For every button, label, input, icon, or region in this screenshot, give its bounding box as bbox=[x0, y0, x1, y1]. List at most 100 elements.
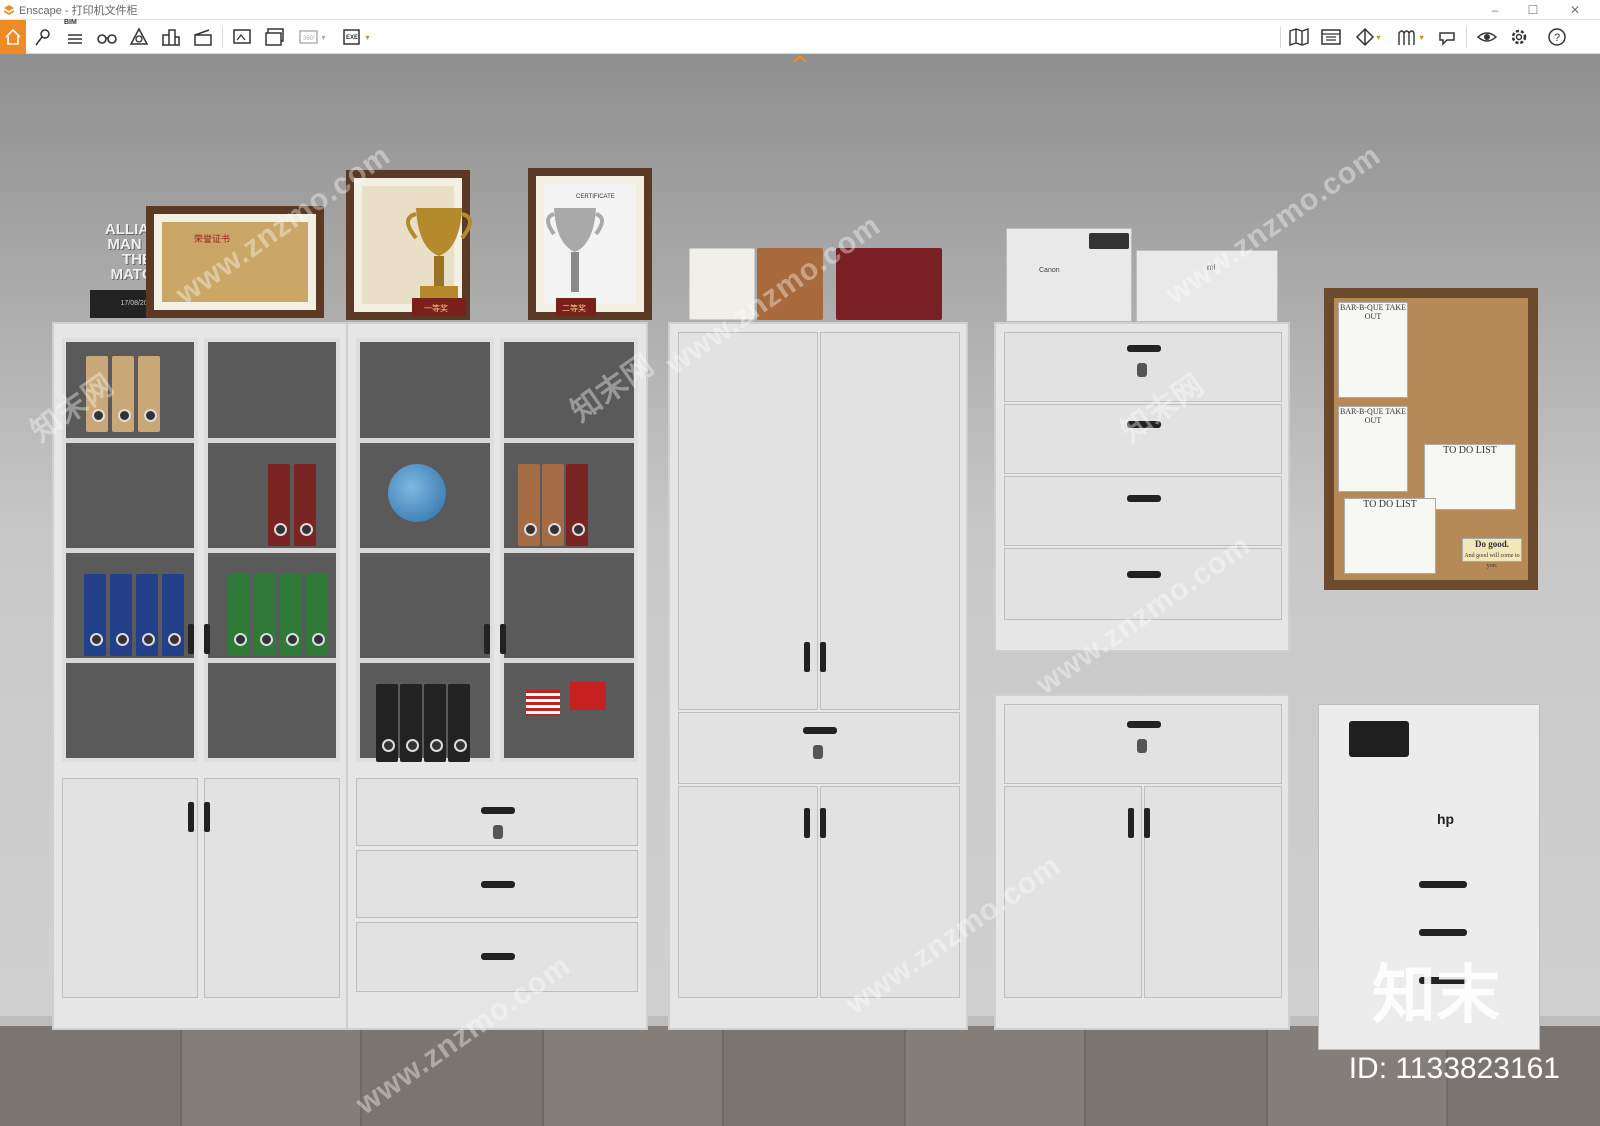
upper-door[interactable] bbox=[820, 332, 960, 710]
todo-note: TO DO LIST bbox=[1344, 498, 1436, 574]
buildings-button[interactable] bbox=[158, 23, 184, 51]
drawer-pull[interactable] bbox=[1127, 721, 1161, 728]
toolbar: BIM 360° ▾ EXE ▾ ▾ ▾ ? bbox=[0, 19, 1600, 54]
drawer[interactable] bbox=[678, 712, 960, 784]
bim-button[interactable]: BIM bbox=[62, 19, 88, 51]
chevron-down-icon: ▾ bbox=[365, 32, 370, 42]
certificate-title: 荣誉证书 bbox=[194, 234, 231, 244]
enscape-logo-icon bbox=[4, 4, 14, 15]
lower-door[interactable] bbox=[204, 778, 340, 998]
drawer-pull[interactable] bbox=[1127, 345, 1161, 352]
window-button[interactable] bbox=[1318, 23, 1344, 51]
drawer[interactable] bbox=[356, 850, 638, 918]
binoculars-icon bbox=[97, 34, 117, 44]
lower-door[interactable] bbox=[1144, 786, 1282, 998]
door-handle[interactable] bbox=[820, 808, 826, 838]
close-button[interactable]: ✕ bbox=[1556, 0, 1594, 20]
lower-door[interactable] bbox=[62, 778, 198, 998]
drawer-pull[interactable] bbox=[481, 807, 515, 814]
material-button[interactable]: ▾ bbox=[1392, 23, 1428, 51]
door-handle[interactable] bbox=[820, 642, 826, 672]
asset-library-button[interactable] bbox=[126, 23, 152, 51]
drawer[interactable] bbox=[356, 778, 638, 846]
printer-touchscreen bbox=[1349, 721, 1409, 757]
door-handle[interactable] bbox=[204, 624, 210, 654]
glass-door[interactable] bbox=[356, 338, 494, 762]
drawer[interactable] bbox=[356, 922, 638, 992]
help-button[interactable]: ? bbox=[1544, 23, 1570, 51]
glass-bookcase-left bbox=[52, 322, 348, 1030]
quote-subtitle: And good will come to you. bbox=[1464, 553, 1520, 569]
binoculars-button[interactable] bbox=[94, 23, 120, 51]
tall-steel-cabinet bbox=[668, 322, 968, 1030]
collaboration-icon bbox=[1439, 32, 1455, 46]
drawer-pull[interactable] bbox=[1127, 495, 1161, 502]
chevron-down-icon: ▾ bbox=[1419, 32, 1424, 42]
maximize-button[interactable]: ☐ bbox=[1514, 0, 1552, 20]
chevron-up-icon[interactable] bbox=[792, 54, 808, 64]
drawer-pull[interactable] bbox=[803, 727, 837, 734]
location-pin-icon bbox=[35, 29, 50, 46]
video-editor-button[interactable] bbox=[190, 23, 216, 51]
panorama-label: 360° bbox=[303, 36, 316, 42]
video-editor-icon bbox=[194, 29, 212, 46]
export-exe-button[interactable]: EXE ▾ bbox=[338, 23, 374, 51]
panorama-button[interactable]: 360° ▾ bbox=[294, 23, 330, 51]
door-handle[interactable] bbox=[1144, 808, 1150, 838]
collaboration-button[interactable] bbox=[1434, 23, 1460, 51]
map-button[interactable] bbox=[1286, 23, 1312, 51]
drawer-pull[interactable] bbox=[481, 953, 515, 960]
canon-printer: Canon bbox=[1006, 228, 1132, 322]
section-button[interactable]: ▾ bbox=[1350, 23, 1386, 51]
toolbar-separator bbox=[1466, 26, 1467, 48]
svg-text:?: ? bbox=[1554, 32, 1560, 44]
quote-title: Do good. bbox=[1474, 539, 1509, 549]
batch-render-icon bbox=[265, 28, 284, 46]
window-icon bbox=[1321, 29, 1341, 45]
home-button[interactable] bbox=[0, 20, 26, 54]
door-handle[interactable] bbox=[204, 802, 210, 832]
lock-icon bbox=[1137, 363, 1147, 377]
door-handle[interactable] bbox=[1128, 808, 1134, 838]
buildings-icon bbox=[162, 29, 180, 46]
paper-tray[interactable] bbox=[1419, 929, 1467, 936]
door-handle[interactable] bbox=[500, 624, 506, 654]
door-handle[interactable] bbox=[188, 802, 194, 832]
home-icon bbox=[5, 28, 21, 45]
exe-label: EXE bbox=[346, 35, 358, 41]
image-id-label: ID: 1133823161 bbox=[1348, 1052, 1560, 1085]
award-badge-1: 一等奖 bbox=[424, 303, 448, 313]
visual-settings-button[interactable] bbox=[1474, 23, 1500, 51]
render-viewport[interactable]: ALLIANZ MAN OF THE MATCH 17/08/2019 荣誉证书… bbox=[0, 54, 1600, 1126]
paper-tray[interactable] bbox=[1419, 881, 1467, 888]
silver-trophy: 二等奖 bbox=[546, 208, 604, 316]
china-flag bbox=[570, 682, 606, 710]
glass-door[interactable] bbox=[204, 338, 340, 762]
drawer-pull[interactable] bbox=[481, 881, 515, 888]
upper-door[interactable] bbox=[678, 332, 818, 710]
door-handle[interactable] bbox=[804, 808, 810, 838]
screenshot-button[interactable] bbox=[230, 23, 256, 51]
globe bbox=[388, 464, 446, 522]
bim-label: BIM bbox=[64, 19, 77, 26]
views-button[interactable] bbox=[30, 23, 56, 51]
screenshot-icon bbox=[233, 29, 251, 44]
batch-render-button[interactable] bbox=[262, 23, 288, 51]
map-icon bbox=[1289, 28, 1309, 46]
gear-icon bbox=[1511, 29, 1527, 45]
asset-library-icon bbox=[129, 27, 149, 45]
door-handle[interactable] bbox=[484, 624, 490, 654]
window-title: Enscape - 打印机文件柜 bbox=[19, 4, 138, 17]
lock-icon bbox=[813, 745, 823, 759]
bim-list-icon bbox=[68, 34, 82, 44]
drawer[interactable] bbox=[1004, 704, 1282, 784]
help-icon: ? bbox=[1548, 28, 1566, 46]
drawer-pull[interactable] bbox=[1127, 571, 1161, 578]
brand-logo-watermark: 知末 bbox=[1372, 959, 1500, 1033]
glass-bookcase-right bbox=[346, 322, 648, 1030]
minimize-button[interactable]: – bbox=[1476, 0, 1514, 20]
door-handle[interactable] bbox=[804, 642, 810, 672]
door-handle[interactable] bbox=[188, 624, 194, 654]
settings-button[interactable] bbox=[1506, 23, 1532, 51]
lower-door[interactable] bbox=[678, 786, 818, 998]
